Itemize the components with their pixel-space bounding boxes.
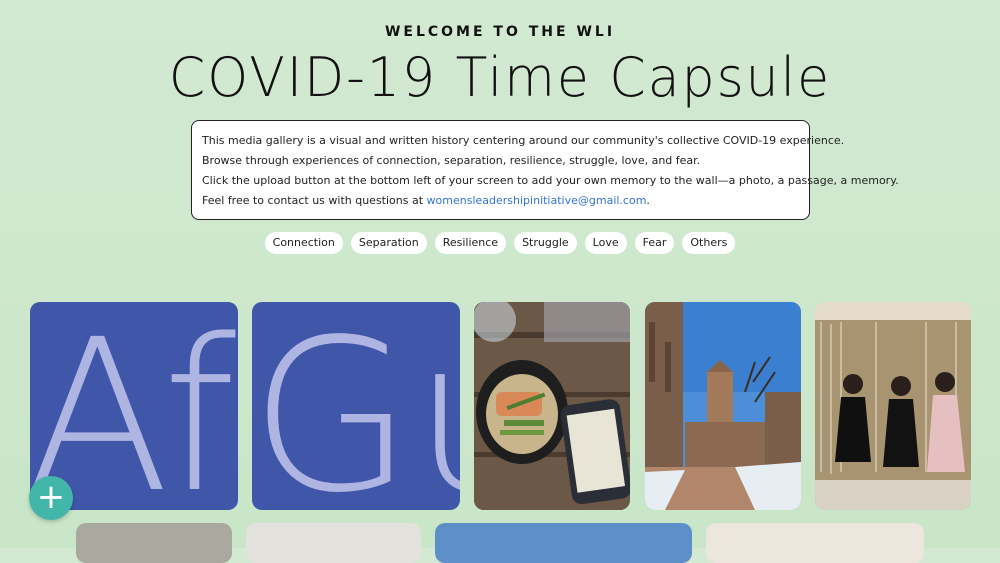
gallery-photo-tile[interactable] bbox=[474, 302, 630, 510]
tile-text: Gu bbox=[252, 302, 460, 511]
gallery-photo-tile[interactable] bbox=[246, 523, 421, 563]
eyebrow: WELCOME TO THE WLI bbox=[384, 24, 616, 40]
filter-tags: Connection Separation Resilience Struggl… bbox=[0, 232, 1000, 254]
email-link[interactable]: womensleadershipinitiative@gmail.com bbox=[427, 194, 647, 207]
gallery-photo-tile[interactable] bbox=[435, 523, 692, 563]
gallery-text-tile[interactable]: Gu bbox=[252, 302, 460, 510]
description-line: Browse through experiences of connection… bbox=[202, 154, 701, 167]
filter-love[interactable]: Love bbox=[584, 232, 627, 254]
filter-others[interactable]: Others bbox=[682, 232, 736, 254]
gallery-photo-tile[interactable] bbox=[815, 302, 971, 510]
description-line: This media gallery is a visual and writt… bbox=[202, 134, 845, 147]
plus-icon: + bbox=[36, 477, 66, 517]
filter-separation[interactable]: Separation bbox=[350, 232, 427, 254]
people-photo bbox=[815, 302, 971, 510]
page-title: COVID-19 Time Capsule bbox=[168, 46, 832, 110]
food-photo bbox=[474, 302, 630, 510]
filter-struggle[interactable]: Struggle bbox=[514, 232, 577, 254]
description-box: This media gallery is a visual and writt… bbox=[191, 120, 899, 220]
gallery-photo-tile[interactable] bbox=[706, 523, 924, 563]
contact-suffix: . bbox=[646, 194, 650, 207]
description-line: Feel free to contact us with questions a… bbox=[202, 191, 799, 211]
campus-photo bbox=[645, 302, 801, 510]
description-line: Click the upload button at the bottom le… bbox=[202, 174, 899, 187]
contact-prefix: Feel free to contact us with questions a… bbox=[202, 194, 427, 207]
upload-button[interactable]: + bbox=[29, 476, 73, 520]
filter-fear[interactable]: Fear bbox=[634, 232, 675, 254]
gallery-photo-tile[interactable] bbox=[645, 302, 801, 510]
filter-connection[interactable]: Connection bbox=[264, 232, 343, 254]
gallery-photo-tile[interactable] bbox=[76, 523, 232, 563]
filter-resilience[interactable]: Resilience bbox=[434, 232, 507, 254]
